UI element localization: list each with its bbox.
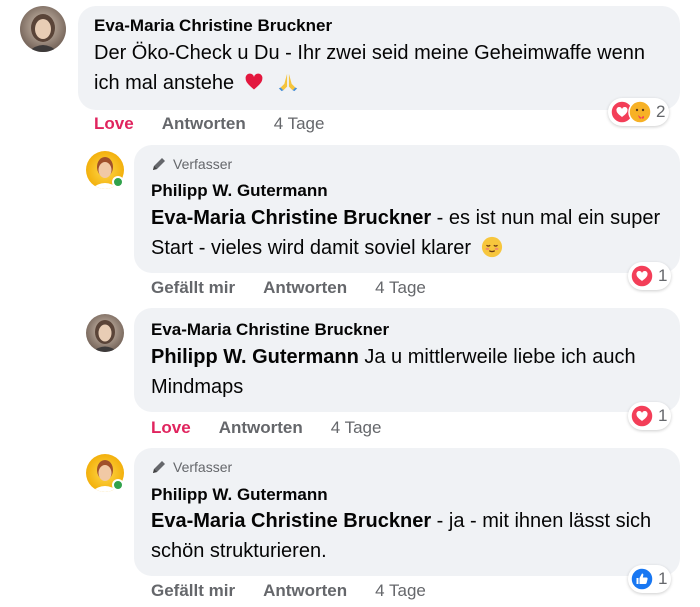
online-status-indicator	[112, 479, 124, 491]
pen-icon	[153, 158, 165, 170]
author-badge: Verfasser	[151, 459, 232, 475]
reply-button[interactable]: Antworten	[263, 278, 347, 298]
reply-button[interactable]: Antworten	[162, 114, 246, 134]
avatar-eva-maria[interactable]	[20, 6, 66, 52]
timestamp[interactable]: 4 Tage	[274, 114, 325, 134]
comment-text: Der Öko-Check u Du - Ihr zwei seid meine…	[94, 38, 664, 98]
love-reaction-icon	[630, 264, 654, 288]
reply-button[interactable]: Antworten	[263, 581, 347, 601]
comment-actions: Gefällt mir Antworten 4 Tage	[151, 581, 426, 601]
comment-text: Eva-Maria Christine Bruckner - ja - mit …	[151, 506, 661, 566]
comment-text: Philipp W. Gutermann Ja u mittlerweile l…	[151, 342, 661, 402]
pen-icon	[153, 461, 165, 473]
reaction-summary[interactable]: 1	[628, 262, 672, 290]
reaction-summary[interactable]: 1	[628, 565, 672, 593]
comment-actions: Love Antworten 4 Tage	[94, 114, 324, 134]
mention-link[interactable]: Eva-Maria Christine Bruckner	[151, 207, 431, 229]
comment-text-body: Der Öko-Check u Du - Ihr zwei seid meine…	[94, 42, 645, 94]
reaction-summary[interactable]: 2	[608, 98, 670, 126]
online-status-indicator	[112, 176, 124, 188]
author-badge: Verfasser	[151, 156, 232, 172]
mention-link[interactable]: Philipp W. Gutermann	[151, 346, 359, 368]
author-badge-label: Verfasser	[173, 156, 233, 172]
like-reaction-icon	[630, 567, 654, 591]
reaction-count: 1	[658, 406, 668, 425]
like-button[interactable]: Gefällt mir	[151, 278, 235, 298]
comment-author[interactable]: Philipp W. Gutermann	[151, 181, 328, 201]
avatar-eva-maria[interactable]	[86, 314, 124, 352]
timestamp[interactable]: 4 Tage	[375, 581, 426, 601]
love-reaction-icon	[630, 404, 654, 428]
timestamp[interactable]: 4 Tage	[331, 418, 382, 438]
reaction-summary[interactable]: 1	[628, 402, 672, 430]
timestamp[interactable]: 4 Tage	[375, 278, 426, 298]
love-button[interactable]: Love	[151, 418, 191, 438]
comment-text: Eva-Maria Christine Bruckner - es ist nu…	[151, 203, 661, 263]
care-reaction-icon	[628, 100, 652, 124]
reaction-count: 2	[656, 102, 666, 121]
author-badge-label: Verfasser	[173, 459, 233, 475]
red-heart-emoji-icon	[245, 73, 263, 90]
comment-author[interactable]: Eva-Maria Christine Bruckner	[151, 320, 389, 340]
folded-hands-emoji-icon	[279, 73, 298, 92]
comment-author[interactable]: Philipp W. Gutermann	[151, 485, 328, 505]
love-button[interactable]: Love	[94, 114, 134, 134]
mention-link[interactable]: Eva-Maria Christine Bruckner	[151, 510, 431, 532]
comment-actions: Love Antworten 4 Tage	[151, 418, 381, 438]
relieved-face-emoji-icon	[481, 236, 502, 258]
comment-author[interactable]: Eva-Maria Christine Bruckner	[94, 16, 332, 36]
reaction-count: 1	[658, 266, 668, 285]
reaction-count: 1	[658, 569, 668, 588]
reply-button[interactable]: Antworten	[219, 418, 303, 438]
like-button[interactable]: Gefällt mir	[151, 581, 235, 601]
comment-actions: Gefällt mir Antworten 4 Tage	[151, 278, 426, 298]
